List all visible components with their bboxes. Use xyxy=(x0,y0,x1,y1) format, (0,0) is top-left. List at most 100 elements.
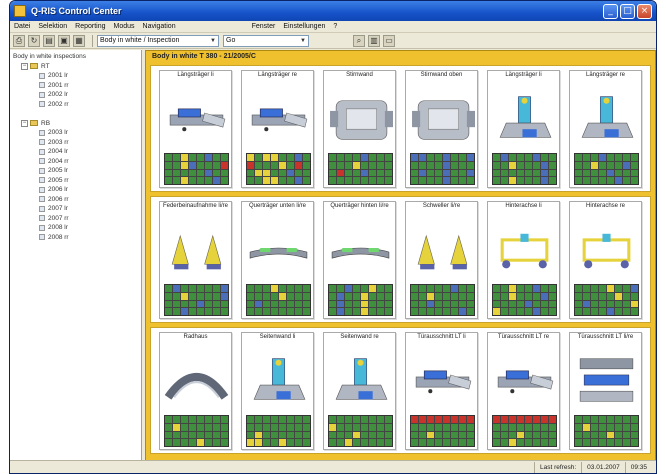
measurement-cell[interactable] xyxy=(599,285,606,292)
measurement-cell[interactable] xyxy=(173,161,180,169)
measurement-cell[interactable] xyxy=(287,308,294,315)
measurement-cell[interactable] xyxy=(599,292,606,300)
measurement-cell[interactable] xyxy=(377,161,384,169)
measurement-cell[interactable] xyxy=(213,300,220,308)
measurement-cell[interactable] xyxy=(303,177,310,184)
measurement-cell[interactable] xyxy=(599,439,606,446)
measurement-cell[interactable] xyxy=(165,308,172,315)
measurement-cell[interactable] xyxy=(369,161,376,169)
measurement-cell[interactable] xyxy=(205,169,212,177)
measurement-cell[interactable] xyxy=(607,439,614,446)
measurement-cell[interactable] xyxy=(287,177,294,184)
measurement-cell[interactable] xyxy=(533,285,540,292)
measurement-cell[interactable] xyxy=(517,161,524,169)
measurement-cell[interactable] xyxy=(255,169,262,177)
measurement-cell[interactable] xyxy=(443,439,450,446)
measurement-cell[interactable] xyxy=(623,154,630,161)
measurement-cell[interactable] xyxy=(255,177,262,184)
measurement-cell[interactable] xyxy=(197,300,204,308)
measurement-cell[interactable] xyxy=(385,169,392,177)
measurement-cell[interactable] xyxy=(271,431,278,439)
measurement-cell[interactable] xyxy=(525,292,532,300)
measurement-cell[interactable] xyxy=(377,154,384,161)
measurement-cell[interactable] xyxy=(197,154,204,161)
measurement-cell[interactable] xyxy=(615,439,622,446)
minimize-button[interactable]: _ xyxy=(603,3,618,19)
measurement-cell[interactable] xyxy=(197,439,204,446)
measurement-cell[interactable] xyxy=(287,439,294,446)
measurement-cell[interactable] xyxy=(263,439,270,446)
measurement-cell[interactable] xyxy=(295,177,302,184)
tree-item[interactable]: 2004 lr xyxy=(13,147,138,157)
measurement-cell[interactable] xyxy=(303,300,310,308)
measurement-cell[interactable] xyxy=(181,292,188,300)
measurement-cell[interactable] xyxy=(255,439,262,446)
measurement-cell[interactable] xyxy=(459,300,466,308)
measurement-cell[interactable] xyxy=(197,177,204,184)
measurement-cell[interactable] xyxy=(607,292,614,300)
measurement-cell[interactable] xyxy=(631,154,638,161)
chart-icon[interactable]: ▤ xyxy=(43,34,55,47)
measurement-cell[interactable] xyxy=(591,285,598,292)
measurement-cell[interactable] xyxy=(533,431,540,439)
measurement-cell[interactable] xyxy=(549,416,556,423)
measurement-cell[interactable] xyxy=(509,439,516,446)
measurement-cell[interactable] xyxy=(205,300,212,308)
measurement-cell[interactable] xyxy=(197,161,204,169)
measurement-cell[interactable] xyxy=(337,177,344,184)
measurement-cell[interactable] xyxy=(615,169,622,177)
measurement-cell[interactable] xyxy=(583,177,590,184)
measurement-cell[interactable] xyxy=(427,423,434,431)
measurement-cell[interactable] xyxy=(591,169,598,177)
measurement-grid[interactable] xyxy=(328,284,393,316)
measurement-cell[interactable] xyxy=(599,161,606,169)
measurement-cell[interactable] xyxy=(295,154,302,161)
measurement-cell[interactable] xyxy=(517,439,524,446)
measurement-cell[interactable] xyxy=(345,439,352,446)
measurement-cell[interactable] xyxy=(411,431,418,439)
measurement-cell[interactable] xyxy=(427,292,434,300)
measurement-cell[interactable] xyxy=(345,169,352,177)
measurement-cell[interactable] xyxy=(443,300,450,308)
part-card[interactable]: Türausschnitt LT li xyxy=(405,332,478,450)
measurement-cell[interactable] xyxy=(377,416,384,423)
measurement-cell[interactable] xyxy=(419,161,426,169)
measurement-grid[interactable] xyxy=(574,415,639,447)
measurement-cell[interactable] xyxy=(263,308,270,315)
measurement-cell[interactable] xyxy=(279,285,286,292)
measurement-cell[interactable] xyxy=(467,177,474,184)
measurement-cell[interactable] xyxy=(345,161,352,169)
save-icon[interactable]: ▣ xyxy=(58,34,70,47)
measurement-cell[interactable] xyxy=(197,169,204,177)
measurement-cell[interactable] xyxy=(591,423,598,431)
measurement-cell[interactable] xyxy=(493,154,500,161)
measurement-cell[interactable] xyxy=(337,431,344,439)
measurement-cell[interactable] xyxy=(591,292,598,300)
measurement-cell[interactable] xyxy=(213,439,220,446)
measurement-cell[interactable] xyxy=(213,423,220,431)
measurement-cell[interactable] xyxy=(189,285,196,292)
measurement-cell[interactable] xyxy=(287,154,294,161)
measurement-cell[interactable] xyxy=(517,431,524,439)
measurement-cell[interactable] xyxy=(303,285,310,292)
measurement-cell[interactable] xyxy=(443,161,450,169)
measurement-cell[interactable] xyxy=(607,285,614,292)
measurement-grid[interactable] xyxy=(492,153,557,185)
measurement-cell[interactable] xyxy=(345,308,352,315)
measurement-cell[interactable] xyxy=(599,423,606,431)
measurement-grid[interactable] xyxy=(246,284,311,316)
measurement-cell[interactable] xyxy=(575,439,582,446)
measurement-cell[interactable] xyxy=(329,300,336,308)
measurement-cell[interactable] xyxy=(369,177,376,184)
measurement-cell[interactable] xyxy=(451,416,458,423)
menu-reporting[interactable]: Reporting xyxy=(75,23,105,30)
measurement-cell[interactable] xyxy=(591,177,598,184)
measurement-cell[interactable] xyxy=(377,423,384,431)
measurement-cell[interactable] xyxy=(517,154,524,161)
measurement-cell[interactable] xyxy=(189,439,196,446)
measurement-cell[interactable] xyxy=(599,154,606,161)
measurement-cell[interactable] xyxy=(247,416,254,423)
measurement-cell[interactable] xyxy=(181,300,188,308)
measurement-cell[interactable] xyxy=(459,431,466,439)
measurement-cell[interactable] xyxy=(279,161,286,169)
